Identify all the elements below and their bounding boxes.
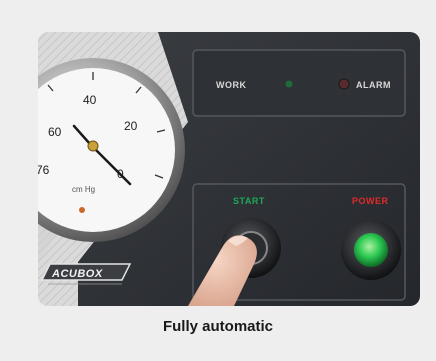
gauge-tick-60: 60 [48, 125, 62, 139]
gauge-pivot [87, 140, 99, 152]
feature-caption: Fully automatic [162, 318, 274, 335]
gauge-unit: cm Hg [72, 185, 95, 194]
control-panel-photo: WORK ALARM START POWER 40 20 60 76 cm Hg… [38, 32, 420, 306]
gauge-tick-20: 20 [124, 119, 138, 133]
gauge-tick-76: 76 [38, 163, 50, 177]
feature-card: WORK ALARM START POWER 40 20 60 76 cm Hg… [0, 0, 436, 361]
alarm-indicator-led [338, 78, 350, 90]
brand-label: ACUBOX [51, 268, 103, 280]
alarm-label: ALARM [356, 80, 391, 90]
power-label: POWER [352, 196, 389, 206]
start-label: START [233, 196, 265, 206]
power-button[interactable] [341, 220, 401, 280]
gauge-tick-40: 40 [83, 93, 97, 107]
work-label: WORK [216, 80, 247, 90]
gauge-dot [79, 207, 85, 213]
work-indicator-led [285, 80, 293, 88]
